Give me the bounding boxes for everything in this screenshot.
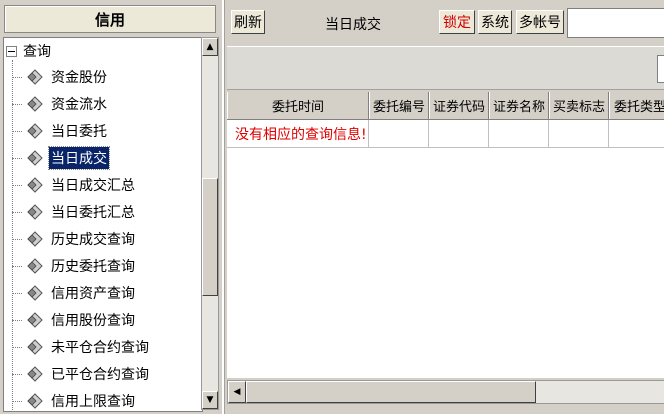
diamond-leaf-icon xyxy=(27,258,43,274)
arrow-down-icon[interactable]: ▼ xyxy=(202,391,218,409)
results-table: 委托时间 委托编号 证券代码 证券名称 买卖标志 委托类型 没有相应的查询信息! xyxy=(227,92,664,378)
refresh-button[interactable]: 刷新 xyxy=(231,10,265,34)
toolbar-input[interactable] xyxy=(567,8,664,38)
lock-button[interactable]: 锁定 xyxy=(439,10,475,34)
tree-item-credit-shares[interactable]: 信用股份查询 xyxy=(12,308,137,332)
filter-field[interactable] xyxy=(657,55,664,83)
diamond-leaf-icon xyxy=(27,150,43,166)
tree-item-label: 信用上限查询 xyxy=(51,394,135,410)
toolbar: 刷新 当日成交 锁定 系统 多帐号 xyxy=(225,0,664,44)
arrow-up-icon[interactable]: ▲ xyxy=(202,38,218,56)
tree-item-credit-limit[interactable]: 信用上限查询 xyxy=(12,389,137,411)
column-header[interactable]: 证券代码 xyxy=(429,92,489,119)
tree-root-label: 查询 xyxy=(23,44,51,60)
diamond-leaf-icon xyxy=(27,204,43,220)
column-header[interactable]: 委托时间 xyxy=(227,92,369,119)
diamond-leaf-icon xyxy=(27,177,43,193)
diamond-leaf-icon xyxy=(27,393,43,409)
panel-title: 信用 xyxy=(4,5,216,33)
tree-item-today-orders-summary[interactable]: 当日委托汇总 xyxy=(12,200,137,224)
tree-item-funds-shares[interactable]: 资金股份 xyxy=(12,65,109,89)
tree-item-today-trades[interactable]: 当日成交 xyxy=(12,146,110,170)
tree-vertical-scrollbar[interactable]: ▲ ▼ xyxy=(201,37,219,410)
diamond-leaf-icon xyxy=(27,231,43,247)
scrollbar-thumb[interactable] xyxy=(246,381,536,403)
left-panel: 信用 查询 资金股份 资金流水 当日委托 当日成交 当日成交汇总 当日委托汇总 … xyxy=(0,0,222,414)
scrollbar-thumb[interactable] xyxy=(202,178,218,296)
query-tree: 查询 资金股份 资金流水 当日委托 当日成交 当日成交汇总 当日委托汇总 历史成… xyxy=(3,37,203,412)
collapse-icon[interactable] xyxy=(6,45,17,57)
tree-item-closed-contracts[interactable]: 已平仓合约查询 xyxy=(12,362,151,386)
multi-account-button[interactable]: 多帐号 xyxy=(516,10,564,34)
table-row[interactable]: 没有相应的查询信息! xyxy=(227,120,664,148)
tree-item-fund-flow[interactable]: 资金流水 xyxy=(12,92,109,116)
diamond-leaf-icon xyxy=(27,285,43,301)
tree-item-label: 信用资产查询 xyxy=(51,286,135,302)
tree-item-today-trades-summary[interactable]: 当日成交汇总 xyxy=(12,173,137,197)
tree-item-label: 未平仓合约查询 xyxy=(51,340,149,356)
diamond-leaf-icon xyxy=(27,366,43,382)
tree-item-label: 当日委托 xyxy=(51,124,107,140)
empty-message: 没有相应的查询信息! xyxy=(227,120,369,147)
table-horizontal-scrollbar[interactable]: ◀ xyxy=(227,380,664,404)
tree-item-label: 已平仓合约查询 xyxy=(51,367,149,383)
tree-item-open-contracts[interactable]: 未平仓合约查询 xyxy=(12,335,151,359)
column-header[interactable]: 证券名称 xyxy=(489,92,549,119)
tree-root-query[interactable]: 查询 xyxy=(6,40,51,62)
column-header[interactable]: 委托类型 xyxy=(609,92,664,119)
right-panel: 刷新 当日成交 锁定 系统 多帐号 委托时间 委托编号 证券代码 证券名称 买卖… xyxy=(224,0,664,414)
system-button[interactable]: 系统 xyxy=(478,10,512,34)
tree-item-today-orders[interactable]: 当日委托 xyxy=(12,119,109,143)
diamond-leaf-icon xyxy=(27,339,43,355)
tree-item-label-selected: 当日成交 xyxy=(48,146,110,170)
table-header: 委托时间 委托编号 证券代码 证券名称 买卖标志 委托类型 xyxy=(227,92,664,120)
column-header[interactable]: 买卖标志 xyxy=(549,92,609,119)
filter-band xyxy=(227,46,664,90)
tree-item-label: 历史成交查询 xyxy=(51,232,135,248)
column-header[interactable]: 委托编号 xyxy=(369,92,429,119)
tree-item-history-trades[interactable]: 历史成交查询 xyxy=(12,227,137,251)
arrow-left-icon[interactable]: ◀ xyxy=(228,381,246,403)
tree-item-label: 当日委托汇总 xyxy=(51,205,135,221)
diamond-leaf-icon xyxy=(27,312,43,328)
tree-item-label: 资金流水 xyxy=(51,97,107,113)
diamond-leaf-icon xyxy=(27,69,43,85)
tree-item-label: 当日成交汇总 xyxy=(51,178,135,194)
tree-item-label: 信用股份查询 xyxy=(51,313,135,329)
diamond-leaf-icon xyxy=(27,123,43,139)
tree-item-credit-assets[interactable]: 信用资产查询 xyxy=(12,281,137,305)
tree-item-label: 资金股份 xyxy=(51,70,107,86)
tree-item-label: 历史委托查询 xyxy=(51,259,135,275)
page-title: 当日成交 xyxy=(325,17,381,33)
tree-item-history-orders[interactable]: 历史委托查询 xyxy=(12,254,137,278)
diamond-leaf-icon xyxy=(27,96,43,112)
